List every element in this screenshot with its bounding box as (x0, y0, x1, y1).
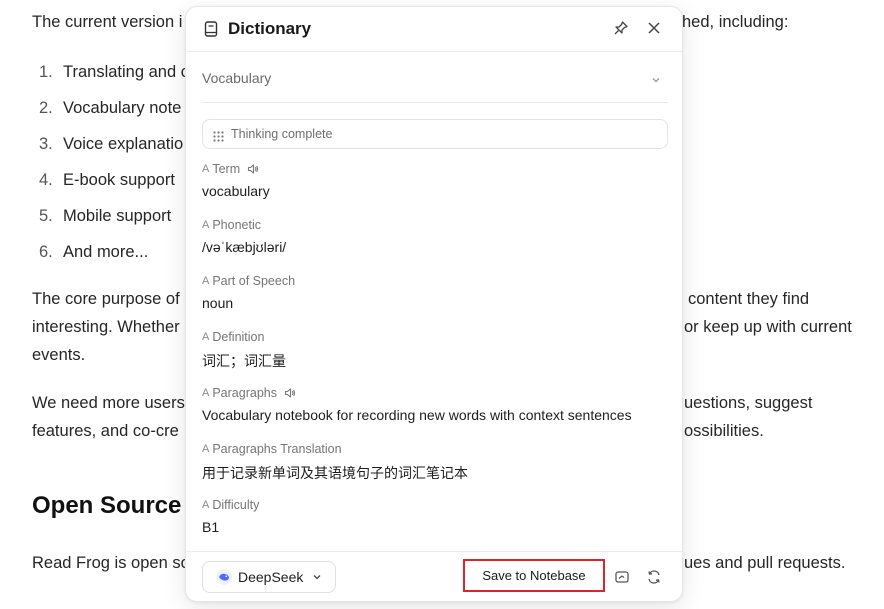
panel-header: Dictionary (186, 7, 682, 52)
field-paragraphs-translation: A Paragraphs Translation 用于记录新单词及其语境句子的词… (202, 440, 668, 483)
field-label: Part of Speech (212, 274, 296, 288)
model-name: DeepSeek (238, 569, 304, 585)
field-value: B1 (202, 519, 220, 535)
list-item: 4. E-book support (39, 171, 175, 189)
speaker-icon[interactable] (284, 387, 296, 399)
panel-title: Dictionary (228, 19, 312, 38)
field-label: Paragraphs (212, 386, 277, 400)
thinking-text: Thinking complete (231, 127, 333, 141)
thinking-status[interactable]: Thinking complete (202, 119, 668, 149)
grid-dots-icon (213, 129, 224, 147)
field-value: /vəˈkæbjʊləri/ (202, 239, 287, 255)
field-term: A Term vocabulary (202, 160, 668, 199)
refresh-icon[interactable] (646, 569, 662, 590)
field-paragraphs: A Paragraphs Vocabulary notebook for rec… (202, 384, 668, 423)
list-item: 1. Translating and c (39, 63, 189, 81)
field-value: 用于记录新单词及其语境句子的词汇笔记本 (202, 465, 468, 481)
field-label: Phonetic (212, 218, 261, 232)
intro-paragraph: The current version i hed, including: (32, 13, 788, 32)
section-heading: Open Source (32, 492, 182, 519)
feature-list: 1. Translating and c 2. Vocabulary note 3.… (32, 61, 189, 277)
field-type-icon: A (202, 163, 210, 175)
field-value: Vocabulary notebook for recording new wo… (202, 407, 632, 423)
field-type-icon: A (202, 219, 210, 231)
field-part-of-speech: A Part of Speech noun (202, 272, 668, 311)
deepseek-logo-icon (216, 569, 232, 585)
dictionary-panel: Dictionary Vocabulary Thinking complete … (185, 6, 683, 602)
field-label: Difficulty (212, 498, 260, 512)
chevron-down-icon (311, 571, 323, 583)
field-type-icon: A (202, 331, 210, 343)
field-value: 词汇；词汇量 (202, 353, 286, 369)
close-icon[interactable] (646, 20, 662, 41)
intro-start: The current version i (32, 13, 183, 31)
card-view-icon[interactable] (614, 569, 630, 590)
panel-footer: DeepSeek Save to Notebase (186, 551, 682, 601)
chevron-down-icon (650, 73, 662, 91)
field-type-icon: A (202, 499, 210, 511)
model-selector[interactable]: DeepSeek (202, 561, 336, 593)
field-type-icon: A (202, 387, 210, 399)
field-label: Definition (212, 330, 265, 344)
book-icon (204, 21, 218, 42)
intro-end: hed, including: (682, 13, 789, 31)
template-select-value: Vocabulary (202, 70, 272, 86)
template-select[interactable]: Vocabulary (202, 65, 668, 103)
list-item: 5. Mobile support (39, 207, 172, 225)
list-item: 2. Vocabulary note (39, 99, 182, 117)
list-item: 3. Voice explanatio (39, 135, 184, 153)
list-item: 6. And more... (39, 243, 149, 261)
field-label: Paragraphs Translation (212, 442, 342, 456)
field-difficulty: A Difficulty B1 (202, 496, 668, 535)
field-label: Term (212, 162, 241, 176)
save-to-notebase-button[interactable]: Save to Notebase (463, 559, 605, 592)
pin-icon[interactable] (613, 20, 629, 41)
field-type-icon: A (202, 275, 210, 287)
field-value: vocabulary (202, 183, 270, 199)
field-type-icon: A (202, 443, 210, 455)
field-value: noun (202, 295, 234, 311)
field-phonetic: A Phonetic /vəˈkæbjʊləri/ (202, 216, 668, 255)
field-definition: A Definition 词汇；词汇量 (202, 328, 668, 371)
speaker-icon[interactable] (247, 163, 259, 175)
